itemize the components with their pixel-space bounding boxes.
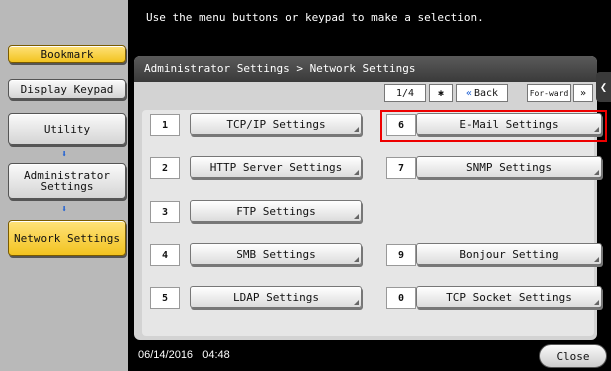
back-arrow-icon: «: [465, 87, 472, 99]
arrow-down-icon: ⬇: [61, 204, 68, 215]
tcp-ip-settings-button[interactable]: TCP/IP Settings: [190, 113, 362, 135]
setting-number: 0: [386, 287, 416, 309]
bonjour-setting-button[interactable]: Bonjour Setting: [416, 243, 602, 265]
highlight-box: [380, 110, 607, 142]
utility-button[interactable]: Utility: [8, 113, 126, 145]
setting-label: Bonjour Setting: [459, 247, 559, 261]
display-keypad-button[interactable]: Display Keypad: [8, 79, 126, 99]
setting-number: 2: [150, 157, 180, 179]
side-panel-tab[interactable]: ❮: [596, 72, 611, 102]
setting-label: TCP Socket Settings: [446, 290, 572, 304]
arrow-down-icon: ⬇: [61, 149, 68, 160]
breadcrumb: Administrator Settings > Network Setting…: [134, 56, 597, 82]
close-button[interactable]: Close: [539, 344, 607, 368]
back-button[interactable]: « Back: [456, 84, 508, 102]
sidebar: Bookmark Display Keypad Utility ⬇ Admini…: [0, 0, 130, 371]
page-indicator: 1/4: [384, 84, 426, 102]
network-settings-button[interactable]: Network Settings: [8, 220, 126, 256]
datetime: 06/14/2016 04:48: [138, 349, 230, 361]
setting-number: 9: [386, 244, 416, 266]
time: 04:48: [202, 349, 230, 361]
setting-number: 3: [150, 201, 180, 223]
setting-number: 1: [150, 114, 180, 136]
ldap-settings-button[interactable]: LDAP Settings: [190, 286, 362, 308]
tcp-socket-settings-button[interactable]: TCP Socket Settings: [416, 286, 602, 308]
chevron-left-icon: ❮: [599, 80, 608, 94]
administrator-settings-button[interactable]: Administrator Settings: [8, 163, 126, 199]
http-server-settings-button[interactable]: HTTP Server Settings: [190, 156, 362, 178]
setting-label: SMB Settings: [236, 247, 316, 261]
smb-settings-button[interactable]: SMB Settings: [190, 243, 362, 265]
setting-number: 4: [150, 244, 180, 266]
ftp-settings-button[interactable]: FTP Settings: [190, 200, 362, 222]
back-label: Back: [473, 87, 499, 99]
setting-label: LDAP Settings: [232, 290, 320, 304]
forward-label: For-ward: [529, 88, 569, 98]
forward-arrow-icon[interactable]: »: [573, 84, 593, 102]
setting-label: TCP/IP Settings: [226, 117, 326, 131]
instruction-message: Use the menu buttons or keypad to make a…: [146, 11, 484, 24]
setting-number: 7: [386, 157, 416, 179]
setting-label: HTTP Server Settings: [209, 160, 343, 174]
setting-number: 5: [150, 287, 180, 309]
setting-label: SNMP Settings: [465, 160, 553, 174]
setting-label: FTP Settings: [236, 204, 316, 218]
star-icon: ✱: [429, 84, 453, 102]
bookmark-button[interactable]: Bookmark: [8, 45, 126, 63]
forward-button[interactable]: For-ward: [527, 84, 571, 102]
date: 06/14/2016: [138, 349, 194, 361]
snmp-settings-button[interactable]: SNMP Settings: [416, 156, 602, 178]
